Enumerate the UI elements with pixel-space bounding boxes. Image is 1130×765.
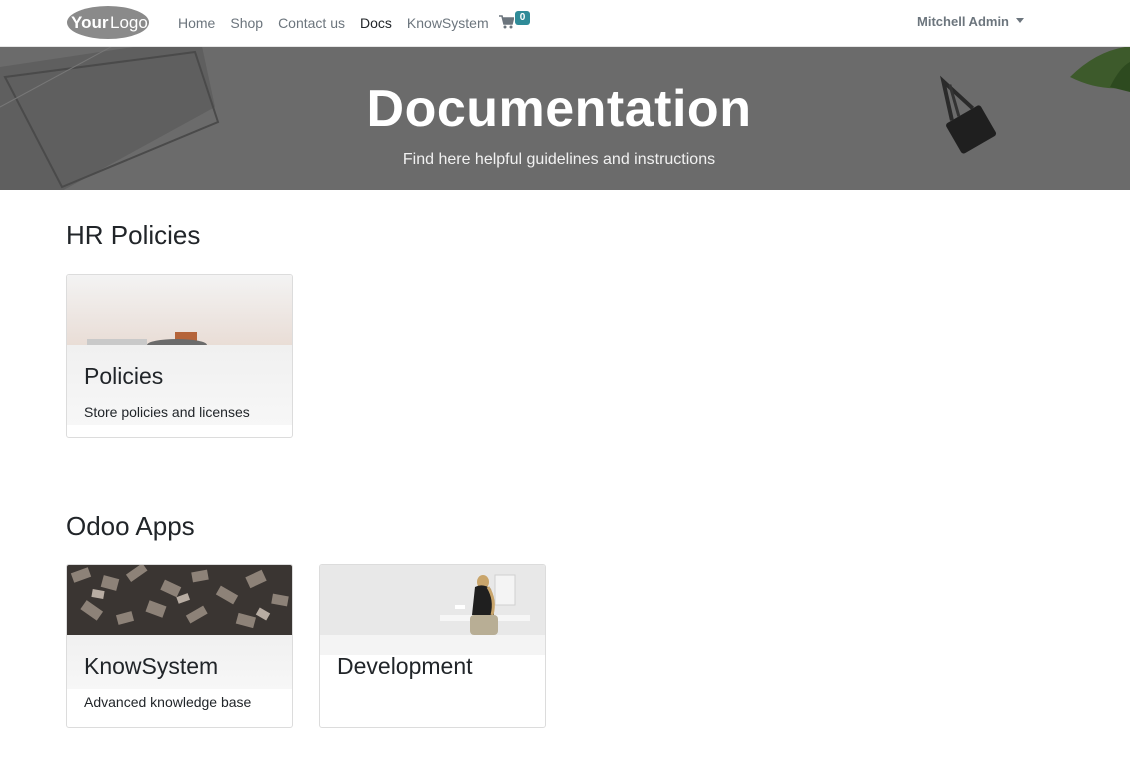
card-title: Development [337, 653, 473, 679]
card-image-development [320, 565, 545, 635]
nav-link-docs[interactable]: Docs [360, 14, 392, 32]
main-menu: Home Shop Contact us Docs KnowSystem [178, 14, 504, 32]
section-title-hr-policies: HR Policies [66, 220, 201, 250]
card-title: KnowSystem [84, 653, 219, 679]
nav-link-knowsystem[interactable]: KnowSystem [407, 14, 489, 32]
nav-link-home[interactable]: Home [178, 14, 215, 32]
card-image-knowsystem [67, 565, 292, 635]
doc-card-development[interactable]: Development [319, 564, 546, 728]
card-description: Store policies and licenses [84, 404, 250, 420]
doc-card-policies[interactable]: Policies Store policies and licenses [66, 274, 293, 438]
top-navbar: Your Logo Home Shop Contact us Docs Know… [0, 0, 1130, 47]
card-title: Policies [84, 363, 164, 389]
section-title-odoo-apps: Odoo Apps [66, 511, 195, 541]
user-name: Mitchell Admin [917, 14, 1009, 29]
cart-button[interactable]: 0 [499, 11, 535, 35]
nav-link-shop[interactable]: Shop [230, 14, 263, 32]
card-image-policies [67, 275, 292, 345]
company-logo[interactable]: Your Logo [66, 5, 150, 40]
cart-count-badge: 0 [515, 11, 530, 25]
svg-text:Logo: Logo [110, 13, 148, 32]
doc-card-knowsystem[interactable]: KnowSystem Advanced knowledge base [66, 564, 293, 728]
hero-banner: Documentation Find here helpful guidelin… [0, 47, 1130, 190]
nav-link-contact-us[interactable]: Contact us [278, 14, 345, 32]
shopping-cart-icon [499, 15, 514, 29]
svg-text:Your: Your [71, 13, 109, 32]
user-menu-dropdown[interactable]: Mitchell Admin [917, 14, 1024, 29]
page-subtitle: Find here helpful guidelines and instruc… [402, 151, 716, 168]
caret-down-icon [1016, 18, 1024, 23]
page-title: Documentation [366, 80, 752, 138]
card-description: Advanced knowledge base [84, 694, 252, 710]
